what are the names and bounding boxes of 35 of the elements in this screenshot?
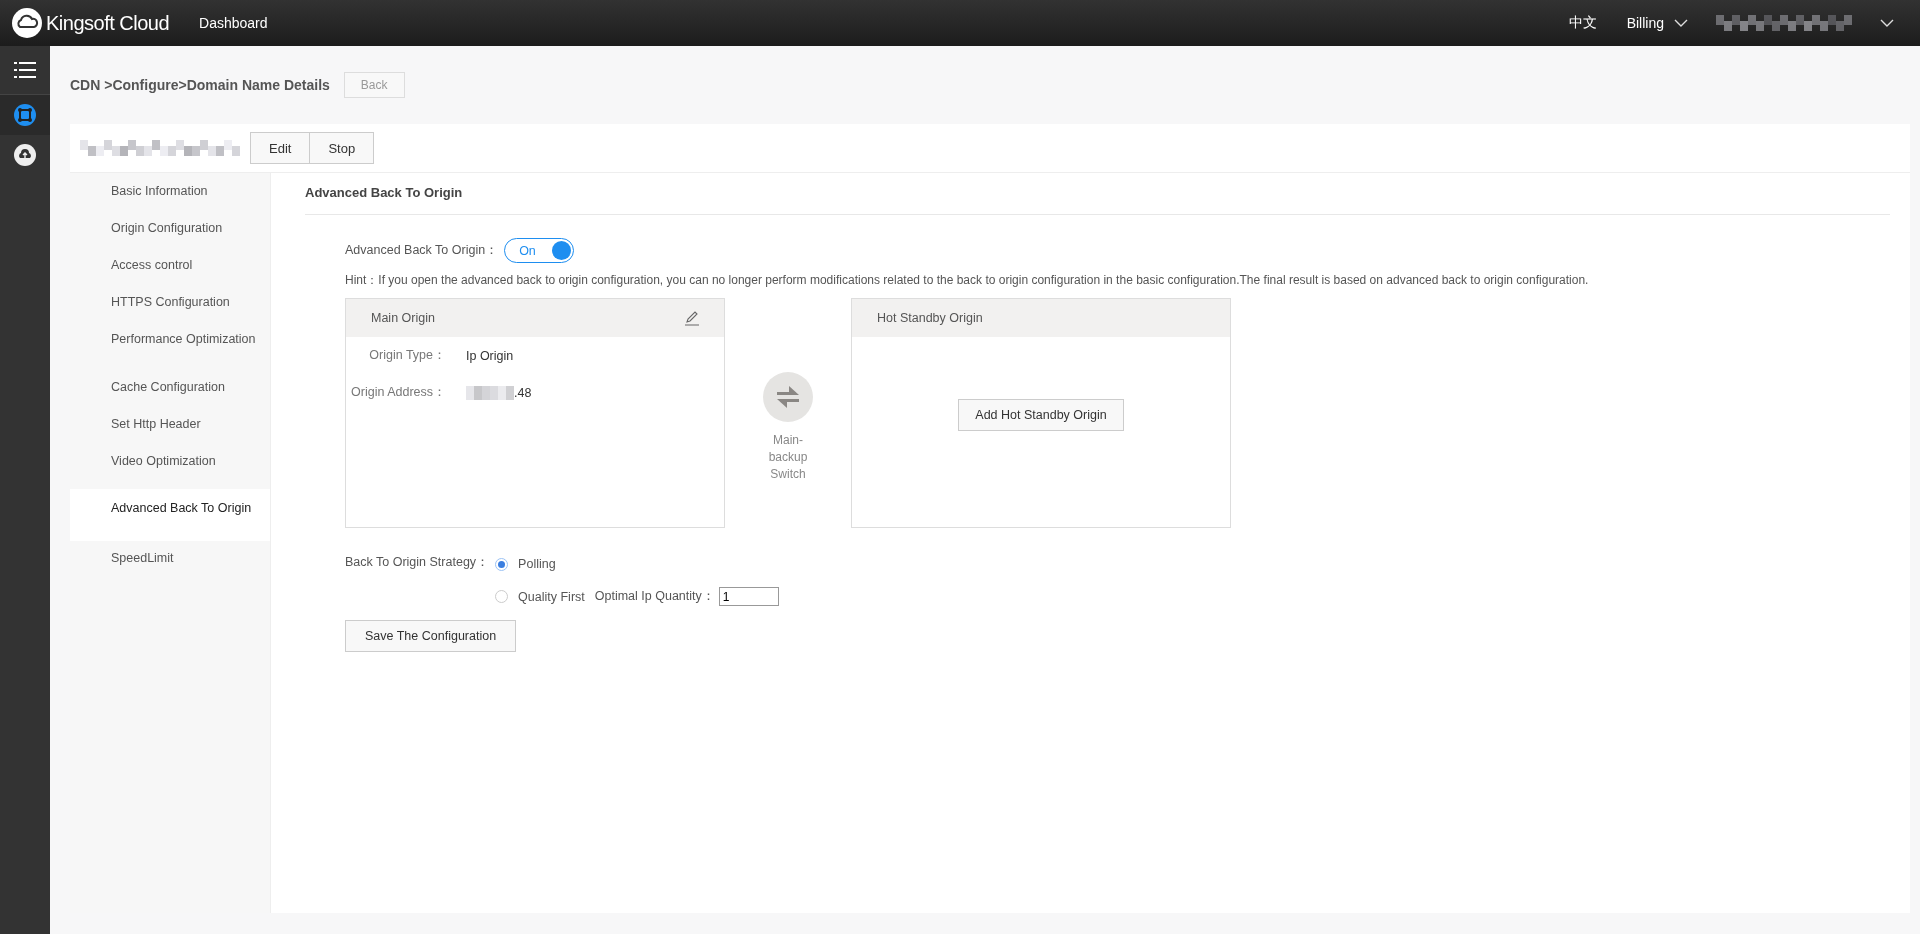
card-title: Hot Standby Origin xyxy=(877,311,983,325)
nav-item[interactable]: Origin Configuration xyxy=(70,213,270,250)
nav-item[interactable]: Basic Information xyxy=(70,176,270,213)
quantity-input[interactable]: 1 xyxy=(718,587,779,606)
field-value: .48 xyxy=(514,385,532,400)
save-button[interactable]: Save The Configuration xyxy=(345,620,517,652)
card-title: Main Origin xyxy=(371,311,435,325)
toggle-label: Advanced Back To Origin： xyxy=(345,242,499,259)
language-link[interactable]: 中文 xyxy=(1568,14,1597,32)
switch-label: Main-backup Switch xyxy=(767,432,809,483)
field-label: Origin Address： xyxy=(350,384,446,401)
strategy-label: Back To Origin Strategy： xyxy=(345,554,490,571)
nav-item[interactable]: HTTPS Configuration xyxy=(70,287,270,324)
nav-item[interactable]: Advanced Back To Origin xyxy=(70,489,270,541)
hint-text: Hint：If you open the advanced back to origin configuration, you can no longer perform modifications related to the back to origin configuration in the basic configuration.The final result is based on advanced back to origin configuration. xyxy=(345,272,1590,289)
quantity-label: Optimal Ip Quantity： xyxy=(594,588,715,605)
billing-menu[interactable]: Billing xyxy=(1626,15,1664,31)
nav-item[interactable]: Video Optimization xyxy=(70,446,270,483)
nav-item[interactable]: Performance Optimization xyxy=(70,324,270,372)
option-label[interactable]: Quality First xyxy=(518,589,585,604)
nav-item[interactable]: Set Http Header xyxy=(70,409,270,446)
toggle-switch[interactable]: On xyxy=(504,238,575,263)
section-title: Advanced Back To Origin xyxy=(305,173,1890,215)
nav-item[interactable]: Cache Configuration xyxy=(70,372,270,409)
brand-name[interactable]: Kingsoft Cloud xyxy=(46,11,170,35)
dashboard-link[interactable]: Dashboard xyxy=(199,15,268,31)
option-label[interactable]: Polling xyxy=(518,557,556,571)
field-label: Origin Type： xyxy=(368,347,446,364)
action-button[interactable]: Edit xyxy=(250,132,311,164)
action-button[interactable]: Stop xyxy=(310,132,375,164)
add-standby-button[interactable]: Add Hot Standby Origin xyxy=(958,399,1124,431)
field-value: Ip Origin xyxy=(466,348,514,363)
nav-item[interactable]: Access control xyxy=(70,250,270,287)
breadcrumb: CDN >Configure>Domain Name Details xyxy=(70,77,330,93)
nav-item[interactable]: SpeedLimit xyxy=(70,543,270,580)
